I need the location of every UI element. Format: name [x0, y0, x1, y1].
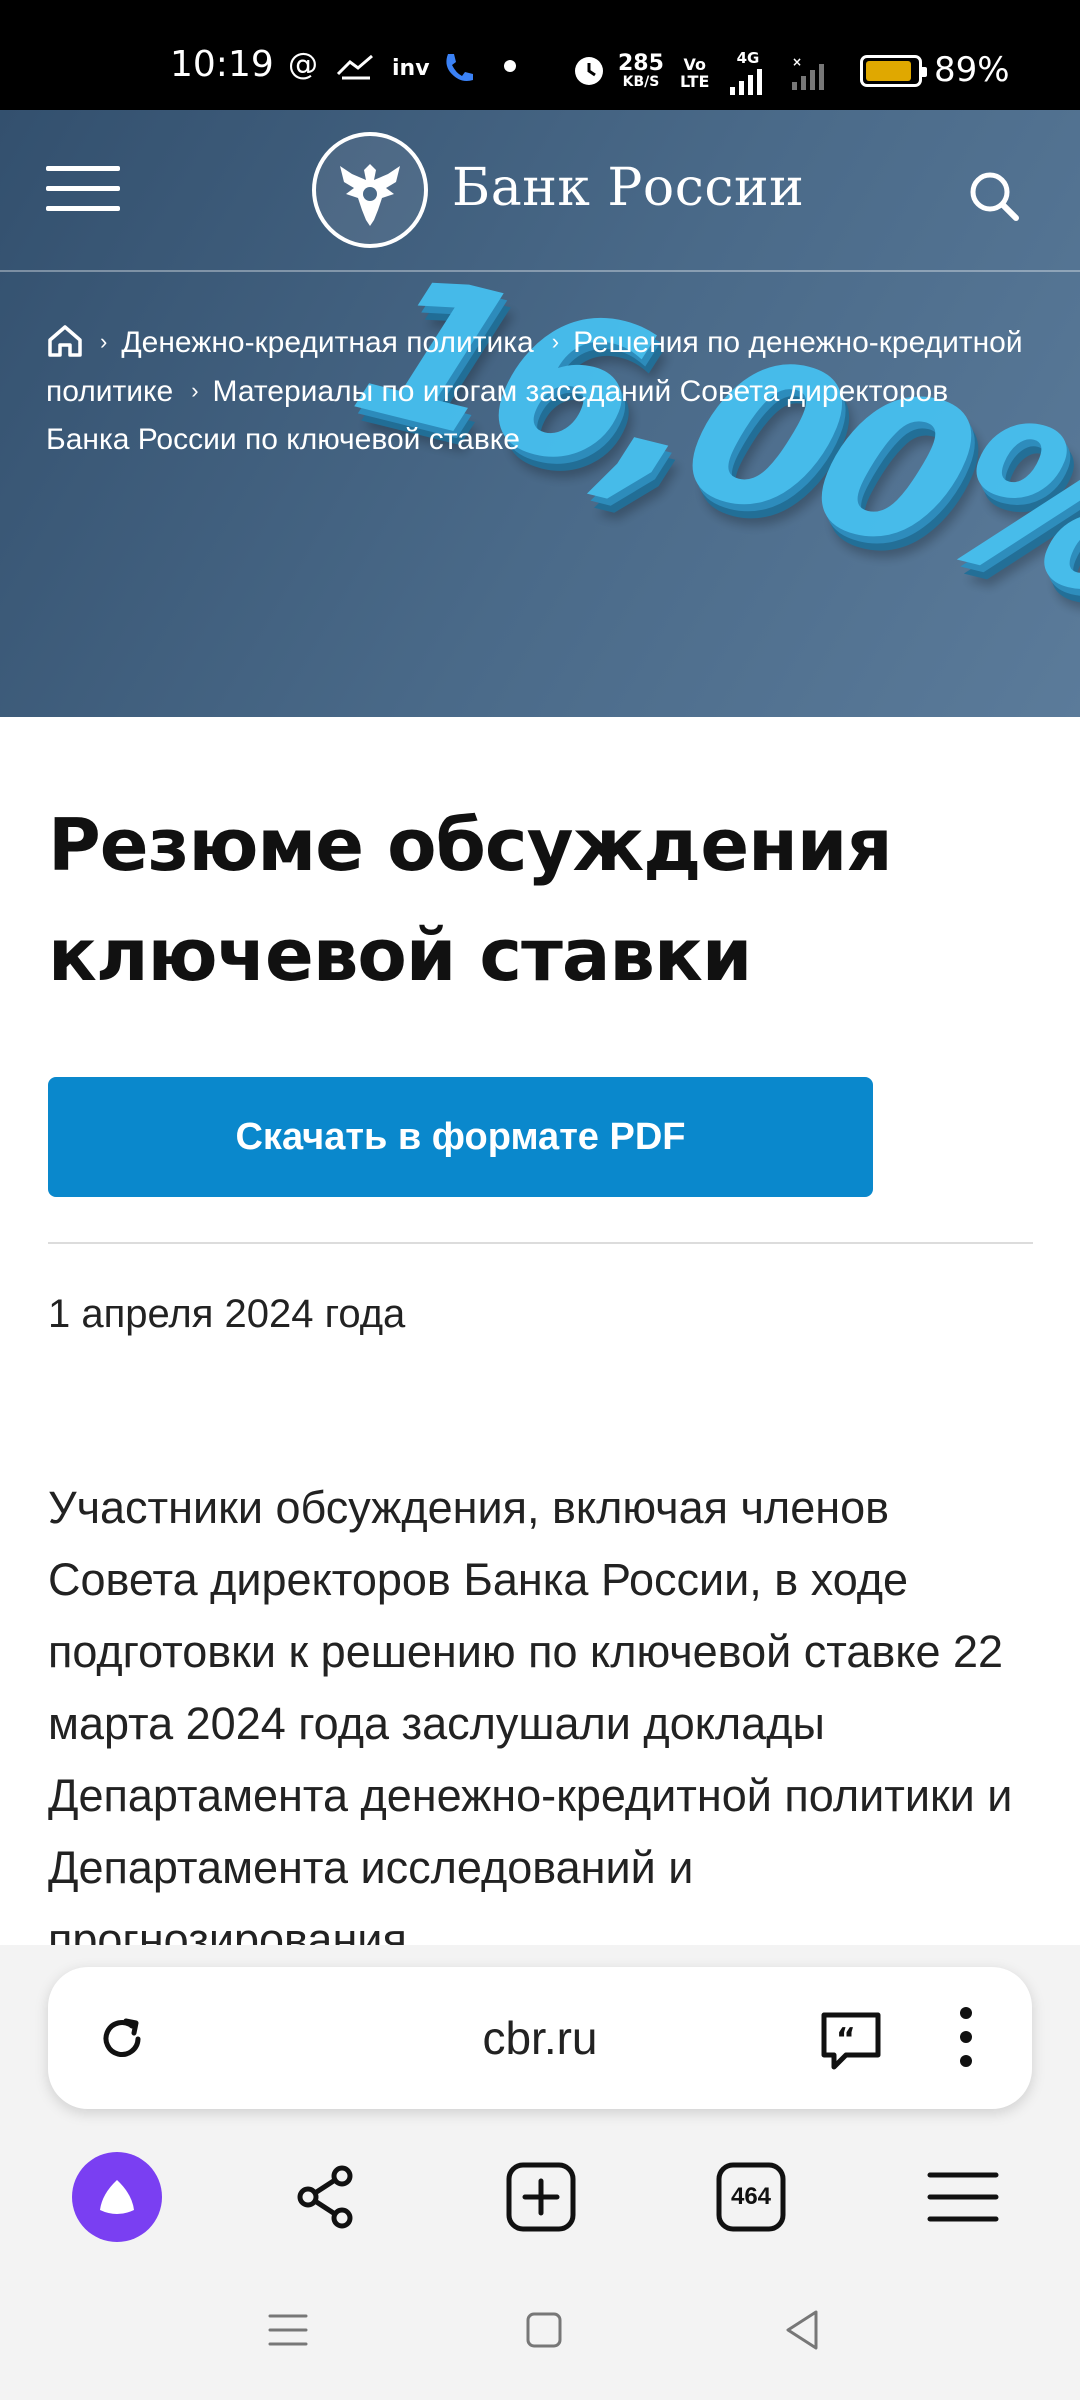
back-nav-icon[interactable]	[772, 2300, 832, 2360]
dot-icon	[504, 60, 516, 72]
recent-apps-icon[interactable]	[258, 2300, 318, 2360]
signal-4g-icon: 4G	[728, 50, 768, 100]
double-headed-eagle-icon[interactable]	[312, 132, 428, 248]
status-bar: 10:19 @ inv 285 KB/S Vo LTE 4G × 89%	[0, 0, 1080, 110]
at-sign-icon: @	[288, 47, 318, 82]
phone-call-icon	[440, 50, 476, 92]
signal-icon: ×	[790, 55, 830, 95]
battery-percent: 89%	[934, 50, 1010, 90]
home-nav-icon[interactable]	[514, 2300, 574, 2360]
breadcrumb: › Денежно-кредитная политика › Решения по д…	[46, 318, 1036, 464]
hamburger-menu-icon[interactable]	[46, 166, 120, 216]
breadcrumb-separator-icon: ›	[191, 378, 199, 403]
status-time: 10:19	[170, 44, 274, 85]
network-speed: 285 KB/S	[618, 51, 664, 91]
share-icon[interactable]	[282, 2152, 372, 2242]
breadcrumb-separator-icon: ›	[100, 329, 108, 354]
svg-text:“: “	[836, 2022, 856, 2057]
site-logo-text[interactable]: Банк России	[452, 158, 804, 218]
new-tab-icon[interactable]	[496, 2152, 586, 2242]
breadcrumb-item[interactable]: Денежно-кредитная политика	[121, 326, 533, 359]
bird-app-icon	[336, 52, 376, 88]
tabs-icon[interactable]: 464	[706, 2152, 796, 2242]
breadcrumb-item[interactable]: Материалы по итогам заседаний Совета дир…	[46, 375, 948, 456]
page-title: Резюме обсуждения ключевой ставки	[48, 803, 893, 997]
divider	[48, 1242, 1033, 1244]
battery-icon	[860, 55, 927, 87]
volte-indicator: Vo LTE	[680, 55, 710, 91]
svg-text:×: ×	[792, 56, 802, 69]
inv-app-icon: inv	[392, 56, 430, 81]
quote-icon[interactable]: “	[816, 2007, 886, 2073]
home-icon[interactable]	[46, 324, 84, 358]
publication-date: 1 апреля 2024 года	[48, 1292, 406, 1336]
site-header: Банк России	[0, 110, 1080, 272]
alarm-icon	[570, 50, 608, 94]
search-icon[interactable]	[966, 168, 1022, 224]
download-pdf-button[interactable]: Скачать в формате PDF	[48, 1077, 873, 1197]
more-vertical-icon[interactable]	[954, 2007, 978, 2073]
article-body: Участники обсуждения, включая членов Сов…	[48, 1482, 1013, 1965]
browser-menu-icon[interactable]	[918, 2152, 1008, 2242]
breadcrumb-separator-icon: ›	[551, 329, 560, 354]
hero-banner: 16,00% Банк России › Денежно-кредитная по…	[0, 110, 1080, 717]
tabs-count: 464	[730, 2183, 772, 2210]
alice-assistant-icon[interactable]	[72, 2152, 162, 2242]
address-bar[interactable]: cbr.ru “	[48, 1967, 1032, 2109]
